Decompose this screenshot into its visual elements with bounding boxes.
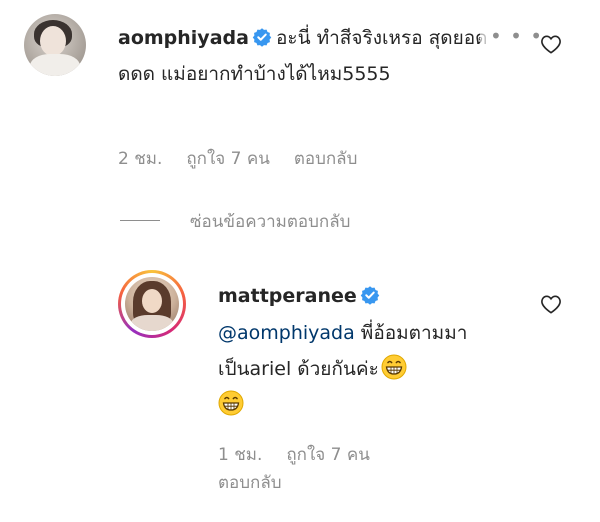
verified-badge-icon [360, 286, 380, 305]
comment-meta: 2 ชม. ถูกใจ 7 คน ตอบกลับ [118, 148, 381, 170]
reply-username[interactable]: mattperanee [218, 285, 357, 307]
reply-reply-button[interactable]: ตอบกลับ [218, 470, 454, 496]
comment-reply-button[interactable]: ตอบกลับ [294, 149, 358, 169]
reply-username-row: mattperanee [218, 282, 384, 310]
avatar-face [40, 26, 66, 56]
verified-badge-icon [252, 28, 272, 47]
like-heart-icon[interactable] [540, 294, 562, 314]
reply-mention-link[interactable]: @aomphiyada [218, 322, 355, 344]
comment-body: aomphiyada อะนี่ ทำสีจริงเหรอ สุดยอดดดด … [118, 20, 518, 92]
grinning-face-emoji-icon [218, 390, 244, 416]
like-heart-icon[interactable] [540, 34, 562, 54]
commenter-avatar[interactable] [24, 14, 86, 76]
grinning-face-emoji-icon [381, 354, 407, 380]
more-options-icon[interactable]: • • • [480, 24, 544, 48]
avatar-body [30, 54, 80, 76]
reply-avatar[interactable] [118, 270, 186, 338]
comment-username[interactable]: aomphiyada [118, 27, 249, 49]
comment-likes[interactable]: ถูกใจ 7 คน [186, 149, 269, 169]
comment-time: 2 ชม. [118, 149, 163, 169]
avatar-photo [125, 277, 179, 331]
reply-meta: 1 ชม. ถูกใจ 7 คน ตอบกลับ [218, 442, 478, 496]
reply-body: @aomphiyada พี่อ้อมตามมาเป็นariel ด้วยกั… [218, 315, 518, 423]
reply-time: 1 ชม. [218, 445, 263, 465]
reply-likes[interactable]: ถูกใจ 7 คน [286, 445, 369, 465]
hide-replies-button[interactable]: ซ่อนข้อความตอบกลับ [190, 208, 350, 235]
divider-line [120, 220, 160, 221]
